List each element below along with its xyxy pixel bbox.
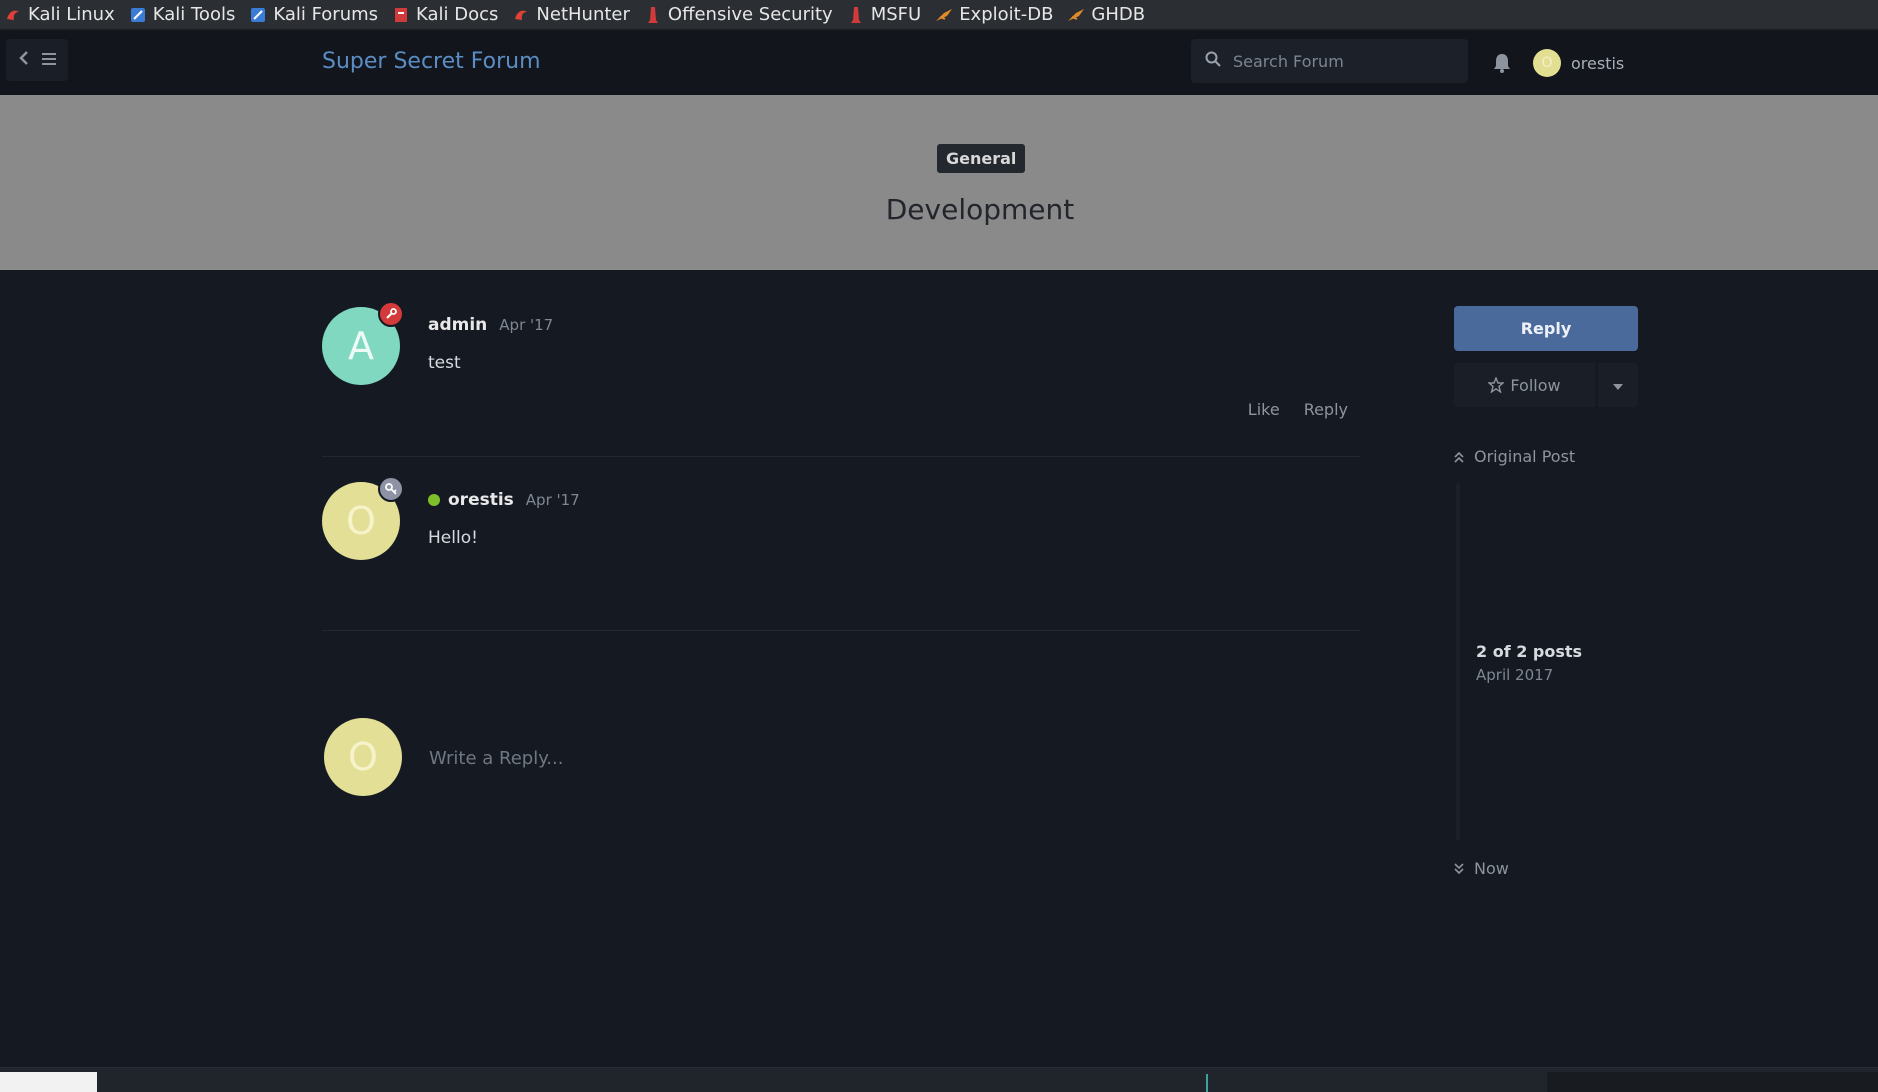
timeline-original-post[interactable]: Original Post <box>1454 447 1575 466</box>
post-author[interactable]: admin <box>428 315 487 335</box>
star-icon <box>1488 377 1505 393</box>
user-menu[interactable]: O orestis <box>1533 49 1624 77</box>
search-input[interactable]: Search Forum <box>1191 39 1468 83</box>
post-meta: orestis Apr '17 <box>428 490 580 510</box>
timeline-top-label: Original Post <box>1474 447 1576 466</box>
offsec-icon <box>847 6 865 24</box>
caret-down-icon <box>1612 376 1624 395</box>
bookmark-label: Kali Docs <box>416 4 499 25</box>
avatar: O <box>1533 49 1561 77</box>
like-button[interactable]: Like <box>1248 400 1280 419</box>
discussion-hero: General Development <box>0 95 1878 270</box>
bookmarks-bar: Kali Linux Kali Tools Kali Forums Kali D… <box>0 0 1878 30</box>
post-date[interactable]: Apr '17 <box>499 316 553 334</box>
double-chevron-down-icon <box>1454 862 1464 875</box>
bookmark-label: GHDB <box>1091 4 1146 25</box>
bookmark-label: Exploit-DB <box>959 4 1054 25</box>
kali-dragon-icon <box>512 6 530 24</box>
bookmark-label: Kali Forums <box>273 4 379 25</box>
forum-header: Super Secret Forum Search Forum O oresti… <box>0 31 1878 95</box>
bookmark-ghdb[interactable]: GHDB <box>1067 4 1145 25</box>
kali-dragon-icon <box>4 6 22 24</box>
wrench-icon <box>378 301 404 327</box>
exploitdb-icon <box>935 6 953 24</box>
search-placeholder: Search Forum <box>1233 51 1344 71</box>
nav-controls <box>6 39 68 81</box>
post-item: A admin Apr '17 test Like Reply <box>322 301 1360 447</box>
bookmark-kali-forums[interactable]: Kali Forums <box>249 4 378 25</box>
post-divider <box>322 630 1360 631</box>
tag-badge[interactable]: General <box>937 144 1026 173</box>
follow-label: Follow <box>1510 375 1561 395</box>
bookmark-label: Kali Tools <box>152 4 236 25</box>
kali-forums-icon <box>249 6 267 24</box>
reply-button[interactable]: Reply <box>1304 400 1348 419</box>
timeline-now[interactable]: Now <box>1454 859 1509 878</box>
post-actions: Like Reply <box>1248 400 1348 419</box>
bookmark-offensive-security[interactable]: Offensive Security <box>644 4 833 25</box>
site-title[interactable]: Super Secret Forum <box>322 49 541 74</box>
timeline-bottom-label: Now <box>1474 859 1509 878</box>
reply-placeholder[interactable]: Write a Reply... <box>429 748 563 769</box>
bookmark-nethunter[interactable]: NetHunter <box>512 4 630 25</box>
kali-tools-icon <box>129 6 147 24</box>
notifications-bell-icon[interactable] <box>1492 52 1512 78</box>
follow-button[interactable]: Follow <box>1454 363 1595 407</box>
bookmark-label: NetHunter <box>536 4 630 25</box>
taskbar-item[interactable] <box>0 1072 97 1092</box>
bookmark-msfu[interactable]: MSFU <box>847 4 921 25</box>
bookmark-label: MSFU <box>870 4 922 25</box>
search-icon <box>1205 51 1221 71</box>
bookmark-label: Offensive Security <box>667 4 833 25</box>
timeline-date: April 2017 <box>1476 666 1554 684</box>
back-chevron-icon[interactable] <box>17 50 31 70</box>
taskbar-marker <box>1206 1074 1208 1092</box>
taskbar <box>0 1067 1878 1092</box>
post-body: test <box>428 353 461 373</box>
discussion-title: Development <box>885 193 1075 226</box>
bookmark-exploit-db[interactable]: Exploit-DB <box>935 4 1053 25</box>
key-icon <box>378 476 404 502</box>
post-item: O orestis Apr '17 Hello! <box>322 476 1360 582</box>
post-divider <box>322 456 1360 457</box>
post-date[interactable]: Apr '17 <box>526 491 580 509</box>
avatar: O <box>324 718 402 796</box>
bookmark-kali-linux[interactable]: Kali Linux <box>4 4 115 25</box>
reply-button[interactable]: Reply <box>1454 306 1638 351</box>
post-author[interactable]: orestis <box>448 490 514 510</box>
double-chevron-up-icon <box>1454 451 1464 463</box>
offsec-icon <box>644 6 662 24</box>
taskbar-segment <box>1547 1072 1878 1092</box>
bookmark-label: Kali Linux <box>28 4 115 25</box>
kali-docs-icon <box>392 6 410 24</box>
timeline-scrubber[interactable] <box>1456 483 1460 841</box>
follow-dropdown-button[interactable] <box>1598 363 1638 407</box>
exploitdb-icon <box>1067 6 1085 24</box>
post-body: Hello! <box>428 528 478 548</box>
online-indicator <box>428 494 440 506</box>
timeline-count: 2 of 2 posts <box>1476 642 1583 661</box>
username: orestis <box>1571 53 1625 73</box>
bookmark-kali-docs[interactable]: Kali Docs <box>392 4 498 25</box>
bookmark-kali-tools[interactable]: Kali Tools <box>129 4 236 25</box>
menu-icon[interactable] <box>41 51 57 70</box>
post-meta: admin Apr '17 <box>428 315 553 335</box>
